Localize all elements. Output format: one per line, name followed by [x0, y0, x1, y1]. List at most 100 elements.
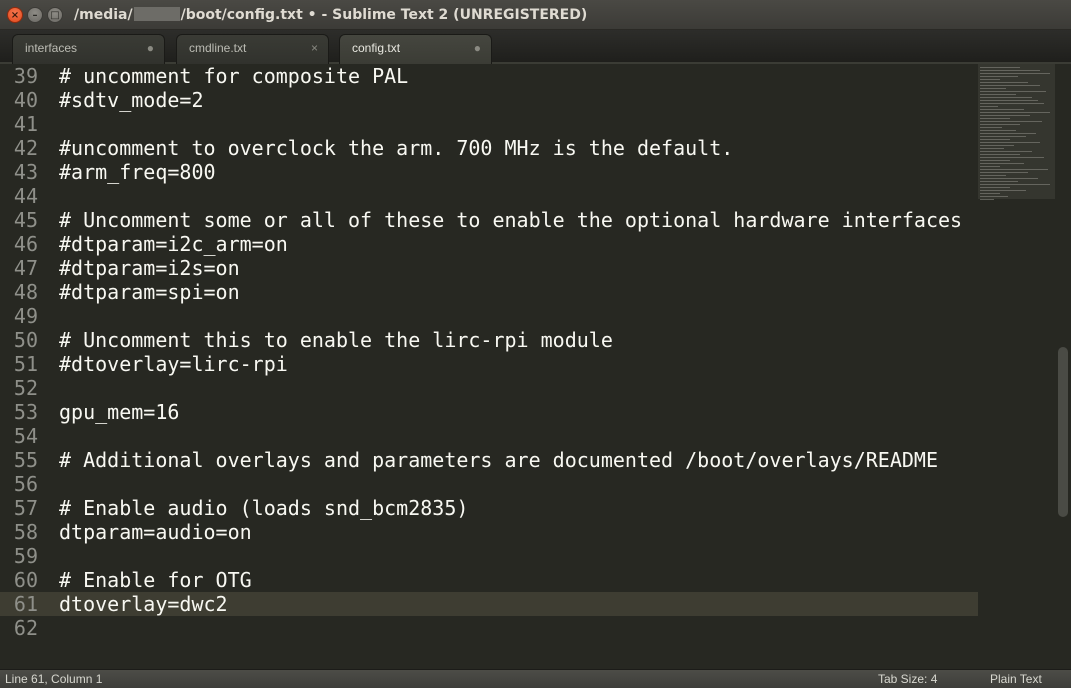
scrollbar-thumb[interactable]	[1058, 347, 1068, 517]
line-text[interactable]: #dtparam=i2s=on	[59, 256, 240, 280]
code-line[interactable]: 57 # Enable audio (loads snd_bcm2835)	[0, 496, 978, 520]
code-line[interactable]: 43 #arm_freq=800	[0, 160, 978, 184]
code-line[interactable]: 39 # uncomment for composite PAL	[0, 64, 978, 88]
tab-bar: interfaces ● cmdline.txt × config.txt ●	[0, 30, 1071, 64]
line-text[interactable]: dtparam=audio=on	[59, 520, 252, 544]
line-text[interactable]: #arm_freq=800	[59, 160, 216, 184]
minimap-line	[980, 175, 1006, 176]
minimap-line	[980, 199, 994, 200]
line-number: 51	[13, 352, 38, 376]
code-line[interactable]: 62	[0, 616, 978, 640]
line-number: 59	[13, 544, 38, 568]
code-line[interactable]: 51 #dtoverlay=lirc-rpi	[0, 352, 978, 376]
code-line[interactable]: 48 #dtparam=spi=on	[0, 280, 978, 304]
line-number: 41	[13, 112, 38, 136]
editor-area[interactable]: 39 # uncomment for composite PAL 40 #sdtv_m…	[0, 64, 1071, 669]
line-text[interactable]: # Uncomment this to enable the lirc-rpi …	[59, 328, 613, 352]
line-number: 53	[13, 400, 38, 424]
line-text[interactable]: gpu_mem=16	[59, 400, 179, 424]
line-text[interactable]: # uncomment for composite PAL	[59, 64, 408, 88]
line-number: 49	[13, 304, 38, 328]
line-text[interactable]: #uncomment to overclock the arm. 700 MHz…	[59, 136, 733, 160]
code-line[interactable]: 47 #dtparam=i2s=on	[0, 256, 978, 280]
minimap-line	[980, 169, 1048, 170]
minimap-line	[980, 70, 1040, 71]
minimap-line	[980, 94, 1016, 95]
code-line[interactable]: 50 # Uncomment this to enable the lirc-rp…	[0, 328, 978, 352]
line-number: 60	[13, 568, 38, 592]
line-text[interactable]: # Additional overlays and parameters are…	[59, 448, 938, 472]
minimap-line	[980, 91, 1046, 92]
code-line[interactable]: 42 #uncomment to overclock the arm. 700 M…	[0, 136, 978, 160]
minimap-line	[980, 142, 1040, 143]
code-line[interactable]: 58 dtparam=audio=on	[0, 520, 978, 544]
line-number: 48	[13, 280, 38, 304]
syntax-selector[interactable]: Plain Text	[990, 670, 1042, 688]
code-line[interactable]: 52	[0, 376, 978, 400]
minimap[interactable]	[978, 64, 1055, 669]
line-text[interactable]: #dtparam=spi=on	[59, 280, 240, 304]
code-line[interactable]: 46 #dtparam=i2c_arm=on	[0, 232, 978, 256]
minimap-line	[980, 148, 1004, 149]
tab-close-icon[interactable]: ×	[311, 35, 318, 61]
line-text[interactable]: #dtoverlay=lirc-rpi	[59, 352, 288, 376]
minimap-line	[980, 196, 1008, 197]
tab-modified-dot-icon[interactable]: ●	[474, 35, 481, 61]
line-text[interactable]: #dtparam=i2c_arm=on	[59, 232, 288, 256]
code-line[interactable]: 61 dtoverlay=dwc2	[0, 592, 978, 616]
status-bar: Line 61, Column 1 Tab Size: 4 Plain Text	[0, 669, 1071, 688]
line-text[interactable]: # Uncomment some or all of these to enab…	[59, 208, 962, 232]
line-number: 40	[13, 88, 38, 112]
minimap-line	[980, 178, 1038, 179]
code-line[interactable]: 55 # Additional overlays and parameters a…	[0, 448, 978, 472]
tab-label: cmdline.txt	[189, 41, 247, 55]
redacted-username	[133, 7, 180, 21]
minimap-line	[980, 187, 1010, 188]
code-line[interactable]: 45 # Uncomment some or all of these to en…	[0, 208, 978, 232]
minimap-line	[980, 166, 1000, 167]
minimap-line	[980, 124, 1020, 125]
code-line[interactable]: 60 # Enable for OTG	[0, 568, 978, 592]
minimap-line	[980, 136, 1026, 137]
minimap-line	[980, 118, 1010, 119]
line-number: 55	[13, 448, 38, 472]
minimap-line	[980, 79, 1000, 80]
minimap-line	[980, 85, 1040, 86]
code-line[interactable]: 56	[0, 472, 978, 496]
code-line[interactable]: 54	[0, 424, 978, 448]
minimap-line	[980, 193, 1000, 194]
tab-label: interfaces	[25, 41, 78, 55]
tab-modified-dot-icon[interactable]: ●	[147, 35, 154, 61]
line-text[interactable]: # Enable for OTG	[59, 568, 252, 592]
line-number: 42	[13, 136, 38, 160]
maximize-window-button[interactable]: □	[47, 7, 63, 23]
minimap-line	[980, 100, 1038, 101]
minimap-line	[980, 97, 1032, 98]
code-line[interactable]: 49	[0, 304, 978, 328]
minimap-line	[980, 151, 1032, 152]
tab-label: config.txt	[352, 41, 401, 55]
minimap-line	[980, 172, 1028, 173]
line-number: 61	[13, 592, 38, 616]
tab-config[interactable]: config.txt ●	[339, 34, 492, 64]
minimap-line	[980, 82, 1028, 83]
line-number: 44	[13, 184, 38, 208]
minimap-line	[980, 163, 1024, 164]
code-line[interactable]: 59	[0, 544, 978, 568]
minimap-line	[980, 139, 1010, 140]
line-text[interactable]: # Enable audio (loads snd_bcm2835)	[59, 496, 468, 520]
close-window-button[interactable]: ×	[7, 7, 23, 23]
code-line[interactable]: 53 gpu_mem=16	[0, 400, 978, 424]
code-line[interactable]: 41	[0, 112, 978, 136]
minimap-line	[980, 112, 1050, 113]
minimize-window-button[interactable]: –	[27, 7, 43, 23]
tab-cmdline[interactable]: cmdline.txt ×	[176, 34, 329, 64]
tab-size-selector[interactable]: Tab Size: 4	[878, 670, 937, 688]
code-line[interactable]: 44	[0, 184, 978, 208]
minimap-line	[980, 145, 1014, 146]
line-text[interactable]: #sdtv_mode=2	[59, 88, 204, 112]
code-line[interactable]: 40 #sdtv_mode=2	[0, 88, 978, 112]
minimap-line	[980, 133, 1036, 134]
line-text[interactable]: dtoverlay=dwc2	[59, 592, 228, 616]
tab-interfaces[interactable]: interfaces ●	[12, 34, 165, 64]
